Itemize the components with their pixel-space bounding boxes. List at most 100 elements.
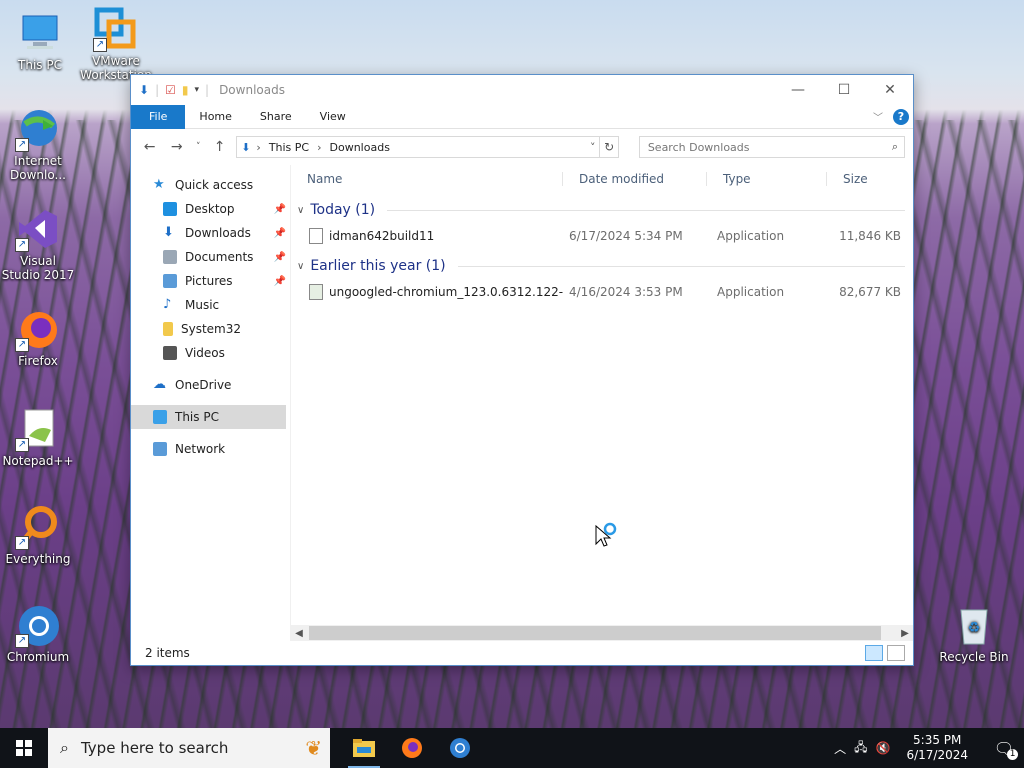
- volume-muted-icon[interactable]: 🔇: [876, 741, 891, 755]
- cloud-icon: ☁: [153, 377, 166, 392]
- properties-icon[interactable]: ☑: [165, 83, 176, 97]
- desktop-icon-label: Chromium: [6, 650, 70, 664]
- file-list: Name Date modified Type Size ∨ Today (1)…: [291, 165, 913, 641]
- show-hidden-icons-chevron-icon[interactable]: ︿: [834, 740, 846, 757]
- desktop-icon-label: Internet Downlo...: [10, 154, 66, 182]
- breadcrumb-separator-icon: ›: [317, 140, 322, 154]
- desktop-icon-this-pc[interactable]: This PC: [2, 10, 78, 72]
- tab-view[interactable]: View: [306, 105, 360, 129]
- group-header-today[interactable]: ∨ Today (1): [291, 197, 913, 223]
- up-arrow-icon[interactable]: ↑: [209, 139, 230, 155]
- nav-network[interactable]: Network: [131, 437, 290, 461]
- desktop-folder-icon: [163, 202, 177, 216]
- desktop-icon-firefox[interactable]: ↗ Firefox: [0, 306, 76, 368]
- nav-videos[interactable]: Videos: [131, 341, 290, 365]
- nav-downloads[interactable]: ⬇ Downloads 📌: [131, 221, 290, 245]
- download-arrow-icon[interactable]: ⬇: [139, 83, 149, 97]
- network-status-icon[interactable]: 🖧: [854, 738, 867, 759]
- help-icon[interactable]: ?: [893, 108, 909, 125]
- maximize-button[interactable]: ☐: [821, 75, 867, 105]
- downloads-folder-icon: ⬇: [241, 140, 251, 154]
- desktop-icon-chromium[interactable]: ↗ Chromium: [0, 602, 76, 664]
- busy-cursor-icon: [594, 522, 622, 553]
- system-tray: ︿ 🖧 🔇 5:35 PM 6/17/2024 🗨 1: [834, 728, 1024, 768]
- collapse-chevron-icon[interactable]: ∨: [297, 261, 304, 272]
- shortcut-arrow-icon: ↗: [93, 38, 107, 52]
- refresh-icon[interactable]: ↻: [599, 136, 619, 158]
- pin-icon[interactable]: 📌: [274, 204, 286, 215]
- file-row[interactable]: ungoogled-chromium_123.0.6312.122-1.... …: [291, 279, 913, 305]
- navigation-pane: ★ Quick access Desktop 📌 ⬇ Downloads 📌 D…: [131, 165, 291, 641]
- group-header-earlier-this-year[interactable]: ∨ Earlier this year (1): [291, 253, 913, 279]
- column-name[interactable]: Name: [291, 172, 563, 186]
- start-button[interactable]: [0, 728, 48, 768]
- desktop-icon-vmware[interactable]: ↗ VMware Workstation: [78, 6, 154, 82]
- tab-home[interactable]: Home: [185, 105, 245, 129]
- horizontal-scrollbar[interactable]: ◀ ▶: [291, 625, 913, 641]
- desktop-icon-idm[interactable]: ↗ Internet Downlo...: [0, 106, 76, 182]
- collapse-chevron-icon[interactable]: ∨: [297, 205, 304, 216]
- navigation-bar: ← → ˅ ↑ ⬇ › This PC › Downloads ˅ ↻ Sear…: [131, 129, 913, 165]
- desktop-icon-everything[interactable]: ↗ Everything: [0, 504, 76, 566]
- forward-arrow-icon[interactable]: →: [166, 139, 187, 155]
- computer-icon: [17, 10, 63, 56]
- desktop-icon-label: Everything: [5, 552, 71, 566]
- new-folder-icon[interactable]: ▮: [182, 83, 189, 97]
- recent-locations-chevron-icon[interactable]: ˅: [193, 142, 203, 152]
- breadcrumb-this-pc[interactable]: This PC: [269, 141, 309, 154]
- taskbar-search-input[interactable]: ⌕ Type here to search ❦: [48, 728, 330, 768]
- minimize-button[interactable]: —: [775, 75, 821, 105]
- scroll-right-icon[interactable]: ▶: [897, 628, 913, 639]
- status-bar: 2 items: [131, 641, 913, 665]
- desktop-icon-recycle-bin[interactable]: ♻ Recycle Bin: [936, 602, 1012, 664]
- search-placeholder: Search Downloads: [647, 140, 750, 154]
- scroll-left-icon[interactable]: ◀: [291, 628, 307, 639]
- column-size[interactable]: Size: [827, 172, 907, 186]
- scrollbar-thumb[interactable]: [309, 626, 881, 640]
- nav-pictures[interactable]: Pictures 📌: [131, 269, 290, 293]
- file-row[interactable]: idman642build11 6/17/2024 5:34 PM Applic…: [291, 223, 913, 249]
- clock[interactable]: 5:35 PM 6/17/2024: [898, 733, 976, 763]
- close-button[interactable]: ✕: [867, 75, 913, 105]
- expand-ribbon-icon[interactable]: ﹀: [873, 109, 883, 124]
- back-arrow-icon[interactable]: ←: [139, 139, 160, 155]
- taskbar: ⌕ Type here to search ❦ ︿ 🖧 🔇 5:35 PM 6/…: [0, 728, 1024, 768]
- nav-system32[interactable]: System32: [131, 317, 290, 341]
- customize-toolbar-icon[interactable]: ▾: [194, 85, 199, 95]
- star-icon: ★: [153, 177, 165, 192]
- pin-icon[interactable]: 📌: [274, 228, 286, 239]
- ribbon-tabs: File Home Share View ﹀ ?: [131, 104, 913, 129]
- recycle-bin-icon: ♻: [951, 602, 997, 648]
- nav-music[interactable]: ♪ Music: [131, 293, 290, 317]
- desktop-icon-visual-studio[interactable]: ↗ Visual Studio 2017: [0, 206, 76, 282]
- pin-icon[interactable]: 📌: [274, 276, 286, 287]
- nav-documents[interactable]: Documents 📌: [131, 245, 290, 269]
- nav-quick-access[interactable]: ★ Quick access: [131, 173, 290, 197]
- quick-access-toolbar: ⬇ | ☑ ▮ ▾ |: [139, 83, 210, 97]
- desktop-icon-notepad-plus[interactable]: ↗ Notepad++: [0, 406, 76, 468]
- shortcut-arrow-icon: ↗: [15, 536, 29, 550]
- taskbar-chromium[interactable]: [436, 728, 484, 768]
- window-title: Downloads: [219, 83, 285, 97]
- title-bar[interactable]: ⬇ | ☑ ▮ ▾ | Downloads — ☐ ✕: [131, 75, 913, 105]
- shortcut-arrow-icon: ↗: [15, 634, 29, 648]
- address-dropdown-chevron-icon[interactable]: ˅: [584, 140, 600, 154]
- column-date-modified[interactable]: Date modified: [563, 172, 707, 186]
- nav-desktop[interactable]: Desktop 📌: [131, 197, 290, 221]
- nav-this-pc[interactable]: This PC: [131, 405, 286, 429]
- address-bar[interactable]: ⬇ › This PC › Downloads ˅: [236, 136, 601, 158]
- taskbar-file-explorer[interactable]: [340, 728, 388, 768]
- details-view-icon[interactable]: [865, 645, 883, 661]
- tab-share[interactable]: Share: [246, 105, 306, 129]
- action-center-button[interactable]: 🗨 1: [984, 728, 1024, 768]
- breadcrumb-downloads[interactable]: Downloads: [330, 141, 390, 154]
- search-input[interactable]: Search Downloads ⌕: [638, 136, 905, 158]
- installer-icon: [309, 284, 323, 300]
- butterfly-icon: ❦: [305, 736, 322, 760]
- nav-onedrive[interactable]: ☁ OneDrive: [131, 373, 290, 397]
- column-type[interactable]: Type: [707, 172, 827, 186]
- taskbar-firefox[interactable]: [388, 728, 436, 768]
- large-icons-view-icon[interactable]: [887, 645, 905, 661]
- pin-icon[interactable]: 📌: [274, 252, 286, 263]
- tab-file[interactable]: File: [131, 104, 186, 129]
